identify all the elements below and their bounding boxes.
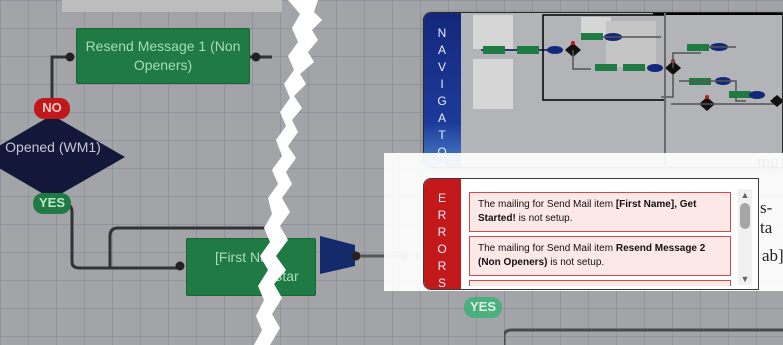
navigator-letter: T: [438, 128, 447, 142]
workflow-connector-fragment: [504, 328, 783, 345]
minimap-card: [606, 21, 656, 67]
errors-tab[interactable]: E R R O R S: [424, 179, 461, 290]
navigator-letter: I: [440, 77, 445, 91]
error-suffix: is not setup.: [515, 213, 573, 224]
scroll-up-icon[interactable]: ▲: [740, 191, 750, 200]
errors-list[interactable]: The mailing for Send Mail item [First Na…: [465, 186, 745, 286]
minimap-card: [473, 15, 513, 49]
errors-letter: O: [437, 242, 448, 256]
errors-panel[interactable]: E R R O R S The mailing for Send Mail it…: [423, 178, 759, 290]
navigator-panel[interactable]: N A V I G A T O R: [423, 12, 783, 168]
navigator-letter: A: [437, 111, 447, 125]
error-item[interactable]: The mailing for Send Mail item Resend Me…: [469, 236, 731, 276]
minimap-card: [473, 59, 513, 109]
navigator-tab[interactable]: N A V I G A T O R: [424, 13, 461, 167]
error-suffix: is not setup.: [547, 257, 605, 268]
errors-letter: R: [437, 259, 448, 273]
navigator-letter: V: [437, 60, 447, 74]
navigator-minimap[interactable]: [461, 13, 783, 168]
errors-scrollbar[interactable]: ▲ ▼: [738, 189, 752, 285]
yes-badge: YES: [464, 297, 502, 318]
background-doc-text: s-ta: [760, 198, 773, 237]
scrollbar-thumb[interactable]: [740, 203, 750, 229]
errors-letter: E: [437, 191, 447, 205]
error-prefix: The mailing for Send Mail item: [478, 243, 616, 254]
errors-letter: R: [437, 225, 448, 239]
navigator-letter: A: [437, 43, 447, 57]
errors-letter: S: [437, 276, 447, 290]
navigator-letter: N: [437, 26, 448, 40]
error-item[interactable]: The mailing for Send Mail item [First Na…: [469, 192, 731, 232]
error-item[interactable]: [469, 280, 731, 286]
errors-letter: R: [437, 208, 448, 222]
scroll-down-icon[interactable]: ▼: [740, 275, 750, 284]
navigator-letter: G: [437, 94, 448, 108]
background-doc-text: ab]: [762, 246, 783, 265]
error-prefix: The mailing for Send Mail item: [478, 199, 616, 210]
